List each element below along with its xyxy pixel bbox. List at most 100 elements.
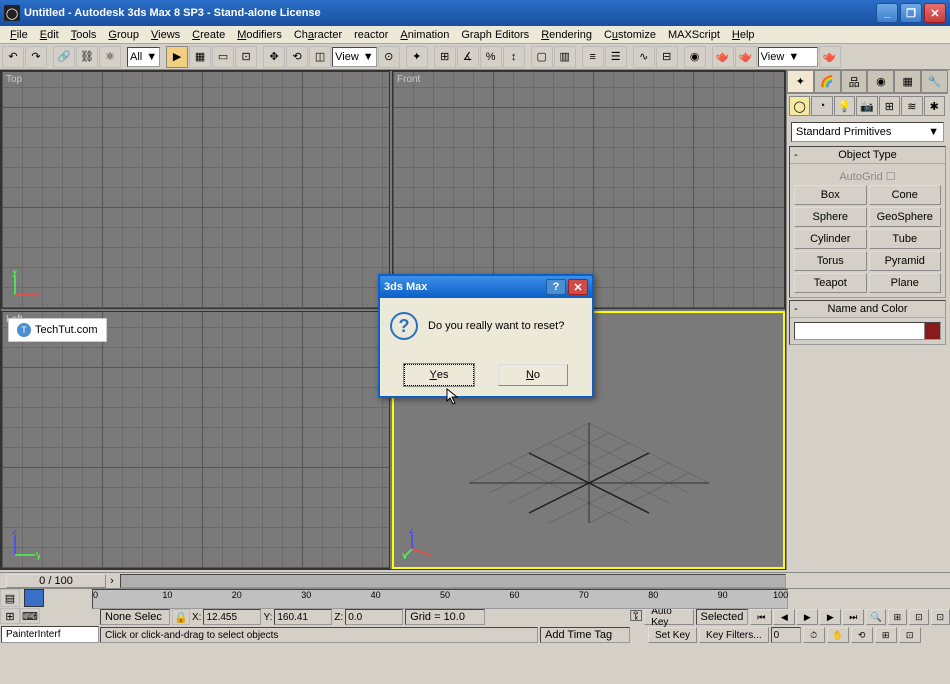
prev-frame-button[interactable]: ◀	[773, 609, 795, 625]
object-color-swatch[interactable]	[924, 323, 940, 339]
object-name-field[interactable]	[794, 322, 941, 340]
script-mini-button[interactable]: ⊞	[0, 608, 20, 624]
keymode-dropdown[interactable]: Selected	[696, 609, 749, 625]
menu-rendering[interactable]: Rendering	[535, 29, 598, 41]
goto-start-button[interactable]: ⏮	[750, 609, 772, 625]
ref-coord-dropdown[interactable]: View▼	[332, 47, 377, 67]
current-frame-field[interactable]: 0	[771, 627, 801, 643]
trackbar-toggle[interactable]: ▤	[0, 589, 20, 607]
redo-button[interactable]: ↷	[25, 46, 47, 68]
primitive-geosphere-button[interactable]: GeoSphere	[869, 207, 942, 227]
viewport-top[interactable]: Top yx	[1, 71, 390, 309]
primitive-torus-button[interactable]: Torus	[794, 251, 867, 271]
menu-customize[interactable]: Customize	[598, 29, 662, 41]
close-button[interactable]: ✕	[924, 3, 946, 23]
primitive-teapot-button[interactable]: Teapot	[794, 273, 867, 293]
render-button[interactable]: 🫖	[819, 46, 841, 68]
spacewarp-subtab[interactable]: ≋	[901, 96, 922, 116]
autokey-button[interactable]: Auto Key	[644, 609, 693, 625]
cameras-subtab[interactable]: 📷	[856, 96, 877, 116]
create-tab[interactable]: ✦	[787, 70, 814, 93]
primitive-tube-button[interactable]: Tube	[869, 229, 942, 249]
keyfilters-button[interactable]: Key Filters...	[699, 627, 769, 643]
menu-help[interactable]: Help	[726, 29, 761, 41]
time-tag[interactable]: Add Time Tag	[540, 627, 630, 643]
listener-mini-button[interactable]: ⌨	[20, 608, 40, 624]
menu-reactor[interactable]: reactor	[348, 29, 394, 41]
render-scene-button[interactable]: 🫖	[712, 46, 734, 68]
select-button[interactable]: ▶	[166, 46, 188, 68]
move-button[interactable]: ✥	[263, 46, 285, 68]
primitive-cone-button[interactable]: Cone	[869, 185, 942, 205]
layer-button[interactable]: ☰	[605, 46, 627, 68]
helpers-subtab[interactable]: ⊞	[879, 96, 900, 116]
material-editor-button[interactable]: ◉	[684, 46, 706, 68]
quick-render-button[interactable]: 🫖	[735, 46, 757, 68]
render-preset-dropdown[interactable]: View▼	[758, 47, 818, 67]
next-frame-button[interactable]: ▶	[819, 609, 841, 625]
align-button[interactable]: ≡	[582, 46, 604, 68]
primitive-box-button[interactable]: Box	[794, 185, 867, 205]
menu-animation[interactable]: Animation	[394, 29, 455, 41]
menu-file[interactable]: File	[4, 29, 34, 41]
selection-lock-button[interactable]: 🔒	[172, 609, 190, 625]
bind-button[interactable]: ⚛	[99, 46, 121, 68]
nav-zoomall-button[interactable]: ⊞	[888, 609, 907, 625]
yes-button[interactable]: Yes	[404, 364, 474, 386]
current-frame-marker[interactable]	[24, 589, 44, 607]
select-name-button[interactable]: ▦	[189, 46, 211, 68]
dialog-help-button[interactable]: ?	[546, 279, 566, 295]
dialog-close-button[interactable]: ✕	[568, 279, 588, 295]
systems-subtab[interactable]: ✱	[924, 96, 945, 116]
menu-character[interactable]: Character	[288, 29, 348, 41]
selection-filter-dropdown[interactable]: All▼	[127, 47, 160, 67]
nav-zoomext-button[interactable]: ⊡	[931, 609, 950, 625]
setkey-button[interactable]: Set Key	[648, 627, 697, 643]
time-slider[interactable]: 0 / 100	[6, 574, 106, 588]
geometry-subtab[interactable]: ◯	[789, 96, 810, 116]
display-tab[interactable]: ▦	[894, 70, 921, 93]
window-crossing-button[interactable]: ⊡	[235, 46, 257, 68]
manipulate-button[interactable]: ✦	[406, 46, 428, 68]
angle-snap-button[interactable]: ∡	[457, 46, 479, 68]
no-button[interactable]: No	[498, 364, 568, 386]
schematic-button[interactable]: ⊟	[656, 46, 678, 68]
rotate-button[interactable]: ⟲	[286, 46, 308, 68]
nav-minmax-button[interactable]: ⊡	[899, 627, 921, 643]
named-selection-button[interactable]: ▢	[531, 46, 553, 68]
percent-snap-button[interactable]: %	[480, 46, 502, 68]
select-rect-button[interactable]: ▭	[212, 46, 234, 68]
nav-pan-button[interactable]: ✋	[827, 627, 849, 643]
menu-edit[interactable]: Edit	[34, 29, 65, 41]
link-button[interactable]: 🔗	[53, 46, 75, 68]
primitive-plane-button[interactable]: Plane	[869, 273, 942, 293]
snap-button[interactable]: ⊞	[434, 46, 456, 68]
nav-orbit-button[interactable]: ⟲	[851, 627, 873, 643]
time-config-button[interactable]: ⏱	[803, 627, 825, 643]
utilities-tab[interactable]: 🔧	[921, 70, 948, 93]
menu-create[interactable]: Create	[186, 29, 231, 41]
primitive-pyramid-button[interactable]: Pyramid	[869, 251, 942, 271]
lights-subtab[interactable]: 💡	[834, 96, 855, 116]
play-button[interactable]: ▶	[796, 609, 818, 625]
shapes-subtab[interactable]: ◔	[811, 96, 832, 116]
z-coord-field[interactable]: 0.0	[345, 609, 403, 625]
curve-editor-button[interactable]: ∿	[633, 46, 655, 68]
maxscript-listener[interactable]: PainterInterf	[1, 626, 99, 643]
motion-tab[interactable]: ◉	[867, 70, 894, 93]
hierarchy-tab[interactable]: 品	[841, 70, 868, 93]
menu-grapheditors[interactable]: Graph Editors	[455, 29, 535, 41]
pivot-button[interactable]: ⊙	[378, 46, 400, 68]
undo-button[interactable]: ↶	[2, 46, 24, 68]
dialog-titlebar[interactable]: 3ds Max ? ✕	[380, 276, 592, 298]
minimize-button[interactable]: _	[876, 3, 898, 23]
time-slider-track[interactable]	[120, 574, 786, 588]
maximize-button[interactable]: ❐	[900, 3, 922, 23]
x-coord-field[interactable]: 12.455	[203, 609, 261, 625]
unlink-button[interactable]: ⛓	[76, 46, 98, 68]
nav-maximize-button[interactable]: ⊞	[875, 627, 897, 643]
viewport-left[interactable]: Left T TechTut.com zy	[1, 311, 390, 569]
goto-end-button[interactable]: ⏭	[842, 609, 864, 625]
menu-maxscript[interactable]: MAXScript	[662, 29, 726, 41]
scale-button[interactable]: ◫	[309, 46, 331, 68]
